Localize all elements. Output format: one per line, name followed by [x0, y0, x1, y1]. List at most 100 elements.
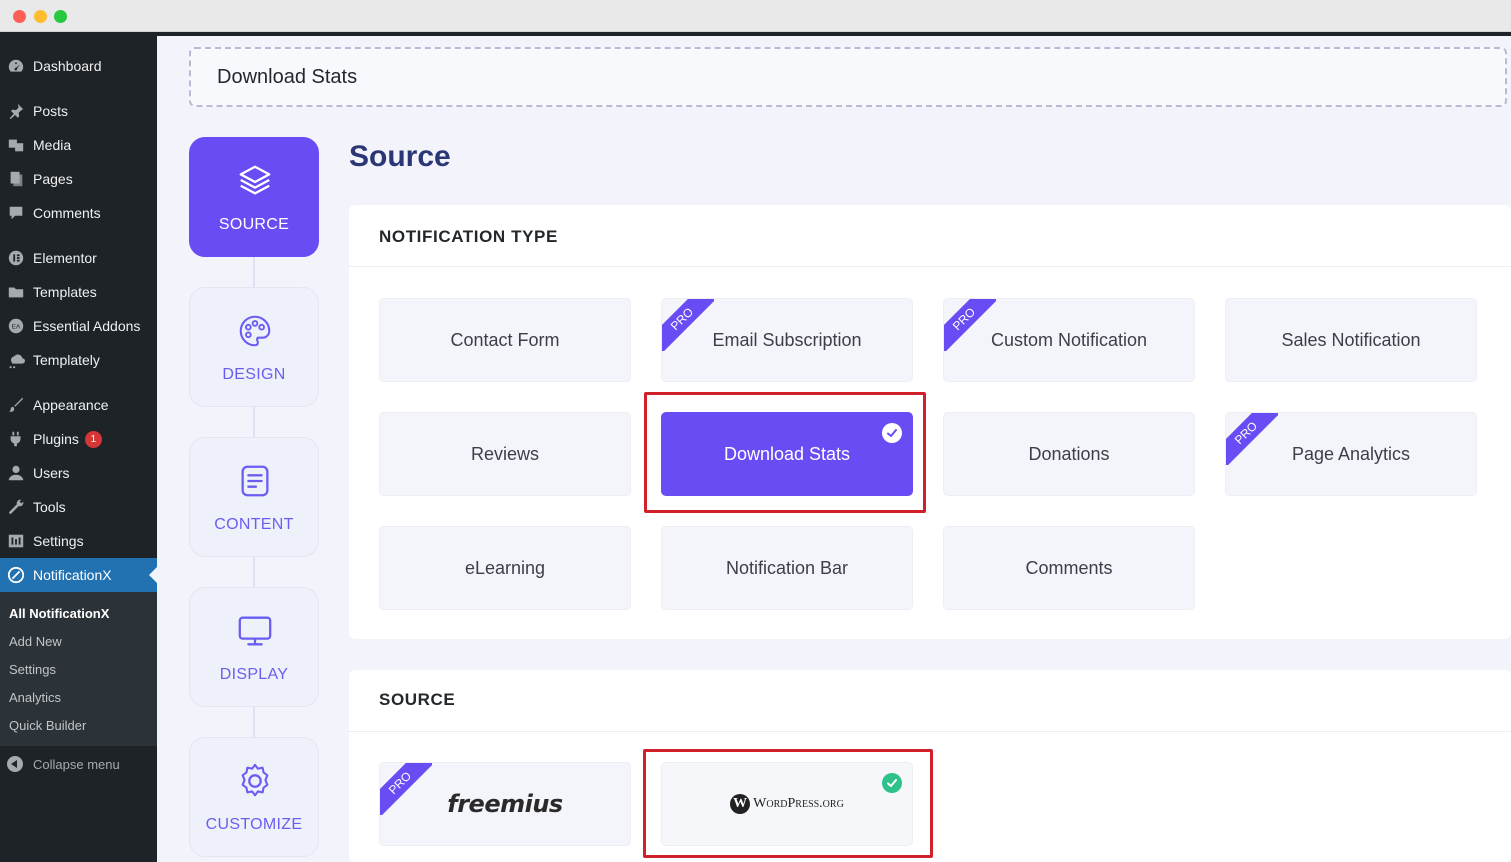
sidebar-item-elementor[interactable]: Elementor: [0, 241, 157, 275]
sidebar-item-pages[interactable]: Pages: [0, 162, 157, 196]
pro-badge: PRO: [380, 763, 432, 815]
step-label: CONTENT: [214, 516, 294, 533]
close-window-button[interactable]: [13, 10, 26, 23]
step-display[interactable]: DISPLAY: [189, 587, 319, 707]
sidebar-item-plugins[interactable]: Plugins 1: [0, 422, 157, 456]
sidebar-item-templates[interactable]: Templates: [0, 275, 157, 309]
brush-icon: [6, 395, 26, 415]
option-label: Reviews: [470, 443, 540, 464]
highlight-wordpress-org: [643, 749, 933, 858]
admin-sidebar: Dashboard Posts Media Pages Comments Ele…: [0, 32, 157, 862]
type-option-sales-notification[interactable]: Sales Notification: [1225, 298, 1477, 382]
option-label: Email Subscription: [712, 329, 862, 350]
option-label: Donations: [1028, 443, 1110, 464]
sidebar-item-templately[interactable]: Templately: [0, 343, 157, 377]
sidebar-item-essential-addons[interactable]: EA Essential Addons: [0, 309, 157, 343]
option-label: Page Analytics: [1291, 443, 1411, 464]
sidebar-item-dashboard[interactable]: Dashboard: [0, 49, 157, 83]
sidebar-item-notificationx[interactable]: NotificationX: [0, 558, 157, 592]
sidebar-item-label: Dashboard: [33, 58, 102, 74]
dashboard-icon: [6, 56, 26, 76]
sidebar-item-label: Appearance: [33, 397, 109, 413]
type-option-notification-bar[interactable]: Notification Bar: [661, 526, 913, 610]
window-titlebar: [0, 0, 1511, 32]
type-option-contact-form[interactable]: Contact Form: [379, 298, 631, 382]
submenu-analytics[interactable]: Analytics: [9, 690, 61, 705]
pro-badge: PRO: [662, 299, 714, 351]
pro-badge: PRO: [944, 299, 996, 351]
type-option-donations[interactable]: Donations: [943, 412, 1195, 496]
sidebar-item-label: Users: [33, 465, 70, 481]
elementor-icon: [6, 248, 26, 268]
type-option-reviews[interactable]: Reviews: [379, 412, 631, 496]
sidebar-item-tools[interactable]: Tools: [0, 490, 157, 524]
settings-icon: [6, 531, 26, 551]
step-connector: [253, 706, 255, 738]
pages-icon: [6, 169, 26, 189]
step-design[interactable]: DESIGN: [189, 287, 319, 407]
divider: [349, 731, 1511, 732]
pin-icon: [6, 101, 26, 121]
step-connector: [253, 556, 255, 588]
step-content[interactable]: CONTENT: [189, 437, 319, 557]
sidebar-item-label: Media: [33, 137, 72, 153]
step-label: SOURCE: [218, 216, 290, 233]
option-label: Comments: [1025, 557, 1113, 578]
page-title: Source: [349, 140, 451, 173]
option-label: Custom Notification: [990, 329, 1148, 350]
sidebar-item-settings[interactable]: Settings: [0, 524, 157, 558]
highlight-download-stats: [644, 392, 926, 513]
sidebar-item-posts[interactable]: Posts: [0, 94, 157, 128]
gear-icon: [241, 763, 269, 797]
sidebar-item-appearance[interactable]: Appearance: [0, 388, 157, 422]
step-label: DISPLAY: [219, 666, 289, 683]
essential-addons-icon: EA: [6, 316, 26, 336]
minimize-window-button[interactable]: [34, 10, 47, 23]
sidebar-item-label: Plugins: [33, 431, 79, 447]
collapse-menu-button[interactable]: Collapse menu: [0, 752, 157, 776]
step-label: DESIGN: [222, 366, 286, 383]
step-source[interactable]: SOURCE: [189, 137, 319, 257]
submenu-settings[interactable]: Settings: [9, 662, 56, 677]
document-icon: [241, 465, 269, 497]
type-option-page-analytics[interactable]: PRO Page Analytics: [1225, 412, 1477, 496]
type-option-custom-notification[interactable]: PRO Custom Notification: [943, 298, 1195, 382]
option-label: eLearning: [464, 557, 546, 578]
monitor-icon: [238, 616, 272, 646]
option-label: Contact Form: [450, 329, 560, 350]
type-option-comments[interactable]: Comments: [943, 526, 1195, 610]
sidebar-item-label: Templates: [33, 284, 97, 300]
svg-text:EA: EA: [12, 324, 21, 331]
wrench-icon: [6, 497, 26, 517]
sidebar-item-label: Posts: [33, 103, 69, 119]
sidebar-item-label: Tools: [33, 499, 66, 515]
media-icon: [6, 135, 26, 155]
sidebar-item-users[interactable]: Users: [0, 456, 157, 490]
step-customize[interactable]: CUSTOMIZE: [189, 737, 319, 857]
type-option-email-subscription[interactable]: PRO Email Subscription: [661, 298, 913, 382]
step-label: CUSTOMIZE: [205, 816, 303, 833]
plugins-update-badge: 1: [84, 430, 102, 448]
source-heading: SOURCE: [379, 690, 456, 709]
sidebar-item-media[interactable]: Media: [0, 128, 157, 162]
maximize-window-button[interactable]: [54, 10, 67, 23]
sidebar-item-comments[interactable]: Comments: [0, 196, 157, 230]
sidebar-item-label: NotificationX: [33, 567, 112, 583]
comment-icon: [6, 203, 26, 223]
palette-icon: [239, 315, 271, 347]
step-connector: [253, 406, 255, 438]
notificationx-icon: [6, 565, 26, 585]
source-option-freemius[interactable]: PRO freemius: [379, 762, 631, 846]
sidebar-item-label: Pages: [33, 171, 73, 187]
collapse-arrow-icon: [7, 756, 23, 772]
option-label: Notification Bar: [725, 557, 849, 578]
submenu-quick-builder[interactable]: Quick Builder: [9, 718, 86, 733]
option-label: Sales Notification: [1281, 329, 1421, 350]
divider: [349, 266, 1511, 267]
submenu-all-notificationx[interactable]: All NotificationX: [9, 606, 109, 621]
notificationx-submenu: All NotificationX Add New Settings Analy…: [0, 592, 157, 746]
notification-title-input[interactable]: Download Stats: [189, 47, 1507, 107]
submenu-add-new[interactable]: Add New: [9, 634, 62, 649]
pro-badge: PRO: [1226, 413, 1278, 465]
type-option-elearning[interactable]: eLearning: [379, 526, 631, 610]
